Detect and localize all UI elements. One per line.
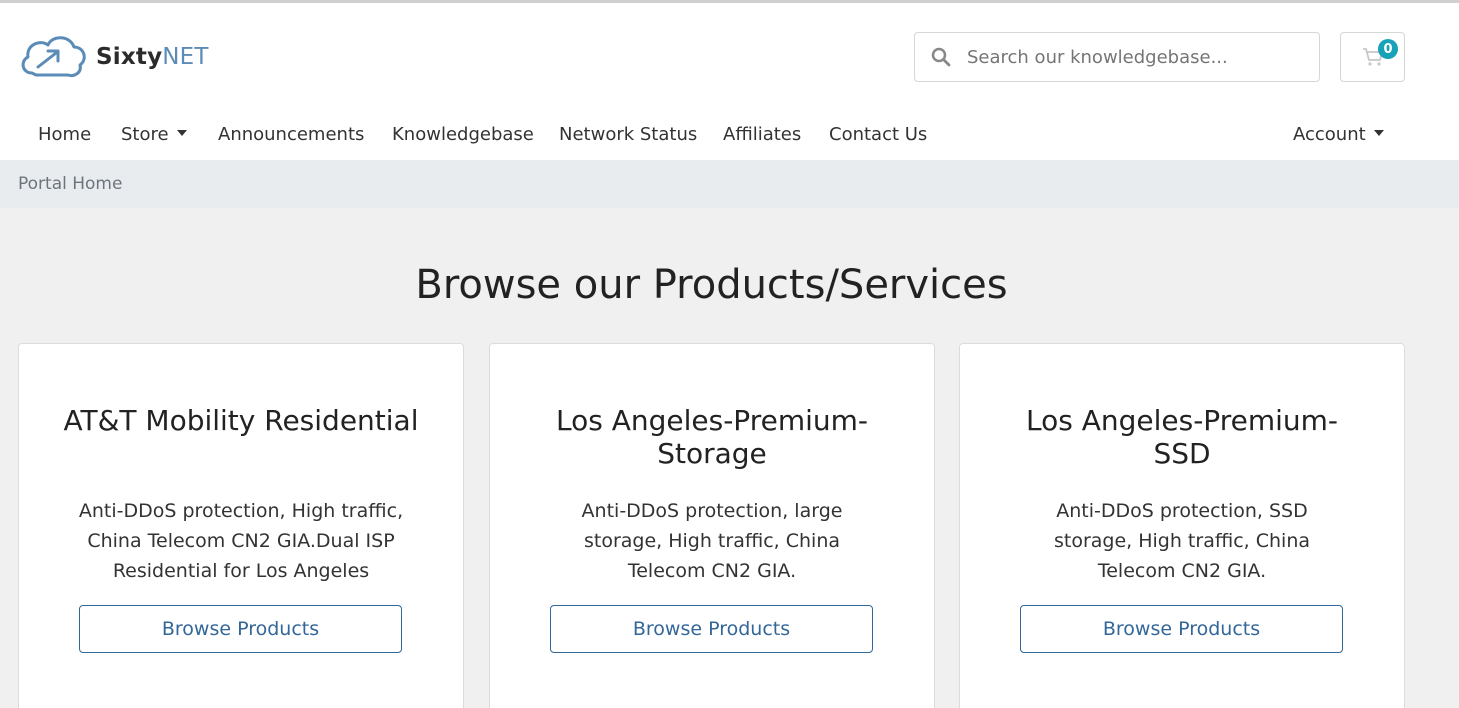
nav-account-label: Account xyxy=(1293,124,1366,145)
cloud-logo-icon xyxy=(21,36,86,77)
brand-logo[interactable]: SixtyNET xyxy=(18,31,209,83)
nav-home[interactable]: Home xyxy=(38,124,91,145)
product-description: Anti-DDoS protection, large storage, Hig… xyxy=(581,500,843,582)
product-title: AT&T Mobility Residential xyxy=(63,404,419,437)
nav-store-label: Store xyxy=(121,124,169,145)
product-title: Los Angeles-Premium-Storage xyxy=(555,404,869,470)
product-description: Anti-DDoS protection, SSD storage, High … xyxy=(1053,500,1311,582)
search-icon[interactable] xyxy=(915,47,967,67)
nav-affiliates[interactable]: Affiliates xyxy=(723,124,801,145)
main-nav: Home Store Announcements Knowledgebase N… xyxy=(0,116,1459,156)
product-description: Anti-DDoS protection, High traffic, Chin… xyxy=(78,500,404,582)
chevron-down-icon xyxy=(1373,130,1384,136)
nav-contact-us[interactable]: Contact Us xyxy=(829,124,927,145)
chevron-down-icon xyxy=(176,130,187,136)
nav-account[interactable]: Account xyxy=(1293,124,1384,145)
nav-knowledgebase[interactable]: Knowledgebase xyxy=(392,124,534,145)
product-card: Los Angeles-Premium-Storage Anti-DDoS pr… xyxy=(489,343,935,708)
product-card: AT&T Mobility Residential Anti-DDoS prot… xyxy=(18,343,464,708)
browse-products-button[interactable]: Browse Products xyxy=(550,605,873,653)
browse-products-button[interactable]: Browse Products xyxy=(1020,605,1343,653)
nav-store[interactable]: Store xyxy=(121,124,187,145)
cart-button[interactable]: 0 xyxy=(1340,32,1405,82)
nav-announcements[interactable]: Announcements xyxy=(218,124,364,145)
site-header: SixtyNET 0 Home Store Announcements Know… xyxy=(0,3,1459,160)
product-card: Los Angeles-Premium-SSD Anti-DDoS protec… xyxy=(959,343,1405,708)
search-input[interactable] xyxy=(967,34,1319,80)
brand-name: SixtyNET xyxy=(96,44,209,70)
cart-count-badge: 0 xyxy=(1378,39,1398,59)
nav-network-status[interactable]: Network Status xyxy=(559,124,697,145)
product-title: Los Angeles-Premium-SSD xyxy=(1025,404,1339,470)
knowledgebase-search xyxy=(914,32,1320,82)
page-title: Browse our Products/Services xyxy=(415,262,1008,308)
breadcrumb-current: Portal Home xyxy=(18,174,123,194)
breadcrumb: Portal Home xyxy=(0,160,1459,208)
browse-products-button[interactable]: Browse Products xyxy=(79,605,402,653)
